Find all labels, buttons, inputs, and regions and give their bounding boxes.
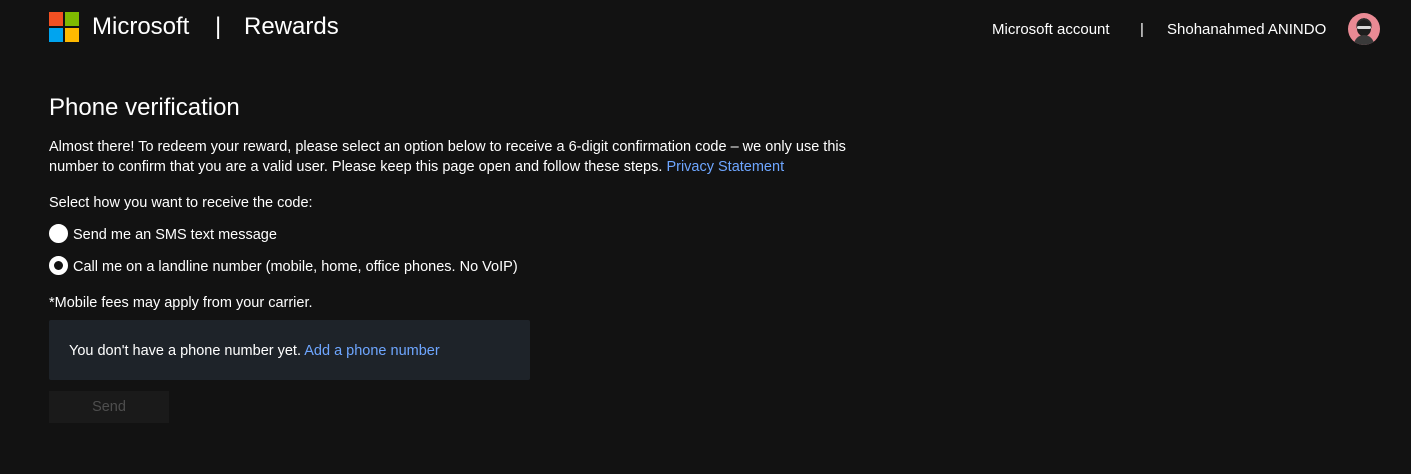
call-radio[interactable] [49,255,68,275]
avatar-glasses [1357,26,1371,29]
no-phone-message: You don't have a phone number yet. [69,343,301,359]
phone-number-panel: You don't have a phone number yet. Add a… [49,320,530,380]
microsoft-account-link[interactable]: Microsoft account [992,20,1110,40]
page-header: Microsoft | Rewards Microsoft account | … [0,0,1411,60]
select-method-label: Select how you want to receive the code: [49,195,313,211]
sms-option-label[interactable]: Send me an SMS text message [73,225,277,245]
intro-text: Almost there! To redeem your reward, ple… [49,137,859,177]
send-button[interactable]: Send [49,391,169,423]
logo-square-green [65,12,79,26]
logo-square-red [49,12,63,26]
page-title: Phone verification [49,94,240,121]
mobile-fees-note: *Mobile fees may apply from your carrier… [49,295,313,311]
call-option-label[interactable]: Call me on a landline number (mobile, ho… [73,257,518,277]
option-sms[interactable]: Send me an SMS text message [49,222,277,244]
user-name[interactable]: Shohanahmed ANINDO [1167,20,1326,40]
add-phone-number-link[interactable]: Add a phone number [304,343,439,359]
phone-panel-text: You don't have a phone number yet. Add a… [69,341,440,361]
avatar-body [1354,35,1374,45]
user-avatar-icon[interactable] [1348,13,1380,45]
privacy-statement-link[interactable]: Privacy Statement [666,159,784,175]
microsoft-logo[interactable] [49,12,79,42]
logo-square-yellow [65,28,79,42]
brand-separator: | [215,13,222,40]
sms-radio[interactable] [49,223,68,243]
logo-square-blue [49,28,63,42]
option-call[interactable]: Call me on a landline number (mobile, ho… [49,254,518,276]
account-separator: | [1140,21,1144,38]
brand-name[interactable]: Microsoft [92,12,189,42]
product-name[interactable]: Rewards [244,12,339,42]
